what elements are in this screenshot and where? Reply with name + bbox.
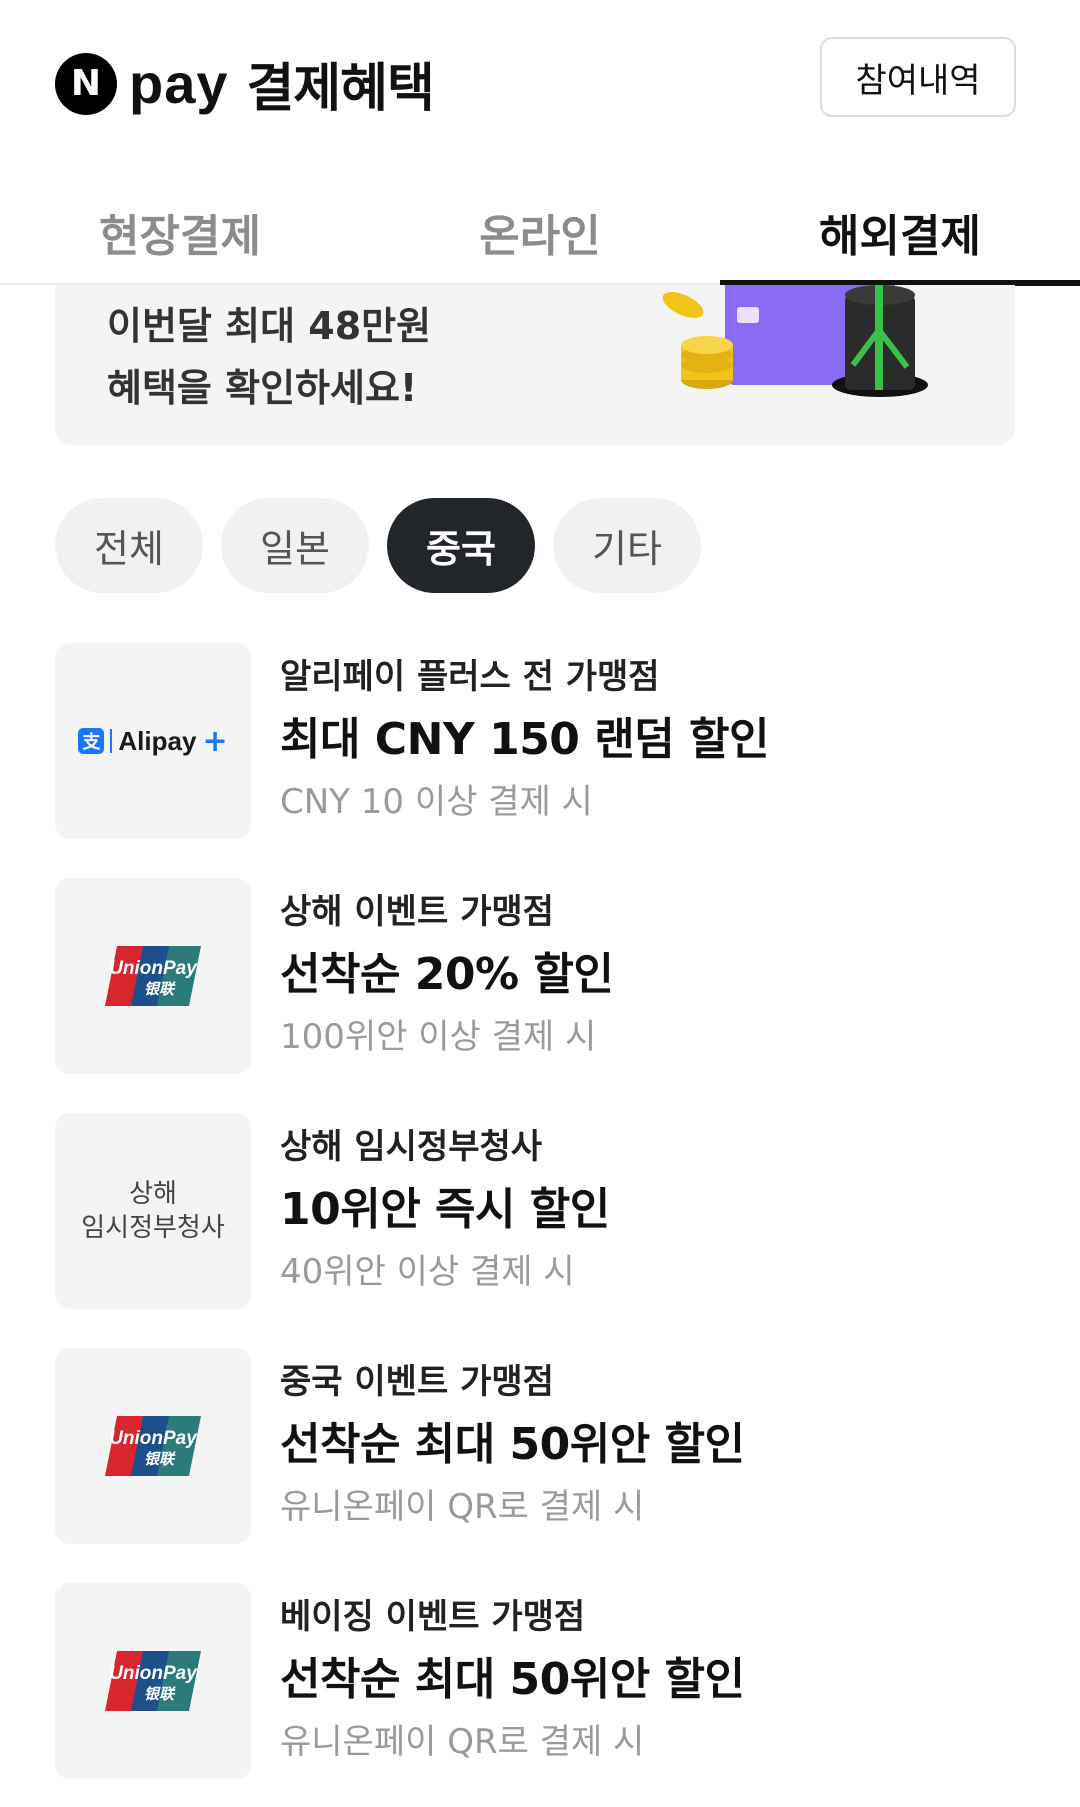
banner-line-2: 혜택을 확인하세요! xyxy=(107,366,418,410)
payment-type-tabs: 현장결제 온라인 해외결제 xyxy=(0,180,1080,286)
chip-all[interactable]: 전체 xyxy=(55,498,203,593)
divider xyxy=(110,729,113,753)
svg-text:银联: 银联 xyxy=(144,980,176,998)
promo-banner[interactable]: 이번달 최대 48만원 혜택을 확인하세요! xyxy=(55,285,1015,445)
benefit-list: 支 Alipay + 알리페이 플러스 전 가맹점 최대 CNY 150 랜덤 … xyxy=(55,643,1015,1807)
country-filter-chips: 전체 일본 중국 기타 xyxy=(55,498,701,593)
benefit-info: 알리페이 플러스 전 가맹점 최대 CNY 150 랜덤 할인 CNY 10 이… xyxy=(280,647,769,831)
merchant-logo: UnionPay 银联 xyxy=(55,878,251,1074)
svg-text:UnionPay: UnionPay xyxy=(109,1663,198,1684)
chip-japan[interactable]: 일본 xyxy=(221,498,369,593)
benefit-condition: 유니온페이 QR로 결제 시 xyxy=(280,1487,645,1527)
list-item[interactable]: UnionPay 银联 상해 이벤트 가맹점 선착순 20% 할인 100위안 … xyxy=(55,878,1015,1074)
benefit-title: 선착순 최대 50위안 할인 xyxy=(280,1654,745,1705)
gift-box-icon xyxy=(832,285,928,397)
unionpay-logo: UnionPay 银联 xyxy=(105,1651,201,1711)
merchant-name: 중국 이벤트 가맹점 xyxy=(280,1362,554,1402)
banner-illustration xyxy=(662,285,928,397)
svg-text:UnionPay: UnionPay xyxy=(109,1428,198,1449)
alipay-wordmark: Alipay xyxy=(118,725,197,756)
list-item[interactable]: UnionPay 银联 중국 이벤트 가맹점 선착순 최대 50위안 할인 유니… xyxy=(55,1348,1015,1544)
alipay-plus-logo: 支 Alipay + xyxy=(78,723,228,759)
pay-wordmark: pay xyxy=(129,52,229,115)
header: N pay 결제혜택 참여내역 xyxy=(0,0,1080,160)
naver-pay-logo: N pay 결제혜택 xyxy=(55,46,435,121)
coin-stack-icon xyxy=(662,292,733,389)
merchant-logo: 支 Alipay + xyxy=(55,643,251,839)
list-item[interactable]: 상해 임시정부청사 상해 임시정부청사 10위안 즉시 할인 40위안 이상 결… xyxy=(55,1113,1015,1309)
chip-china[interactable]: 중국 xyxy=(387,498,535,593)
benefit-condition: 40위안 이상 결제 시 xyxy=(280,1252,575,1292)
merchant-name: 상해 이벤트 가맹점 xyxy=(280,892,554,932)
tab-overseas-payment[interactable]: 해외결제 xyxy=(720,180,1080,286)
benefit-title: 10위안 즉시 할인 xyxy=(280,1184,610,1235)
svg-text:银联: 银联 xyxy=(144,1450,176,1468)
svg-text:银联: 银联 xyxy=(144,1685,176,1703)
page-title: 결제혜택 xyxy=(246,59,435,119)
merchant-logo: UnionPay 银联 xyxy=(55,1583,251,1779)
svg-text:UnionPay: UnionPay xyxy=(109,958,198,979)
benefit-info: 상해 임시정부청사 10위안 즉시 할인 40위안 이상 결제 시 xyxy=(280,1117,610,1301)
benefit-condition: 유니온페이 QR로 결제 시 xyxy=(280,1722,645,1762)
benefit-condition: CNY 10 이상 결제 시 xyxy=(280,782,593,822)
benefit-info: 베이징 이벤트 가맹점 선착순 최대 50위안 할인 유니온페이 QR로 결제 … xyxy=(280,1587,745,1771)
banner-text: 이번달 최대 48만원 혜택을 확인하세요! xyxy=(107,295,431,419)
merchant-logo: UnionPay 银联 xyxy=(55,1348,251,1544)
benefit-title: 선착순 20% 할인 xyxy=(280,949,614,1000)
unionpay-logo: UnionPay 银联 xyxy=(105,1416,201,1476)
benefit-title: 선착순 최대 50위안 할인 xyxy=(280,1419,745,1470)
tab-onsite-payment[interactable]: 현장결제 xyxy=(0,180,360,283)
tab-online[interactable]: 온라인 xyxy=(360,180,720,283)
logo-line-1: 상해 xyxy=(129,1179,177,1209)
merchant-logo-text: 상해 임시정부청사 xyxy=(81,1177,225,1245)
merchant-name: 알리페이 플러스 전 가맹점 xyxy=(280,657,660,697)
unionpay-logo: UnionPay 银联 xyxy=(105,946,201,1006)
logo-line-2: 임시정부청사 xyxy=(81,1213,225,1243)
merchant-name: 상해 임시정부청사 xyxy=(280,1127,543,1167)
chip-other[interactable]: 기타 xyxy=(553,498,701,593)
plus-icon: + xyxy=(202,723,228,759)
participation-history-button[interactable]: 참여내역 xyxy=(820,37,1016,117)
benefit-info: 중국 이벤트 가맹점 선착순 최대 50위안 할인 유니온페이 QR로 결제 시 xyxy=(280,1352,745,1536)
benefit-condition: 100위안 이상 결제 시 xyxy=(280,1017,597,1057)
alipay-mark-icon: 支 xyxy=(78,728,105,754)
benefit-info: 상해 이벤트 가맹점 선착순 20% 할인 100위안 이상 결제 시 xyxy=(280,882,614,1066)
list-item[interactable]: UnionPay 银联 베이징 이벤트 가맹점 선착순 최대 50위안 할인 유… xyxy=(55,1583,1015,1779)
list-item[interactable]: 支 Alipay + 알리페이 플러스 전 가맹점 최대 CNY 150 랜덤 … xyxy=(55,643,1015,839)
banner-line-1: 이번달 최대 48만원 xyxy=(107,304,432,348)
merchant-name: 베이징 이벤트 가맹점 xyxy=(280,1597,586,1637)
benefit-title: 최대 CNY 150 랜덤 할인 xyxy=(280,714,769,765)
merchant-logo: 상해 임시정부청사 xyxy=(55,1113,251,1309)
n-logo-icon: N xyxy=(55,52,117,115)
